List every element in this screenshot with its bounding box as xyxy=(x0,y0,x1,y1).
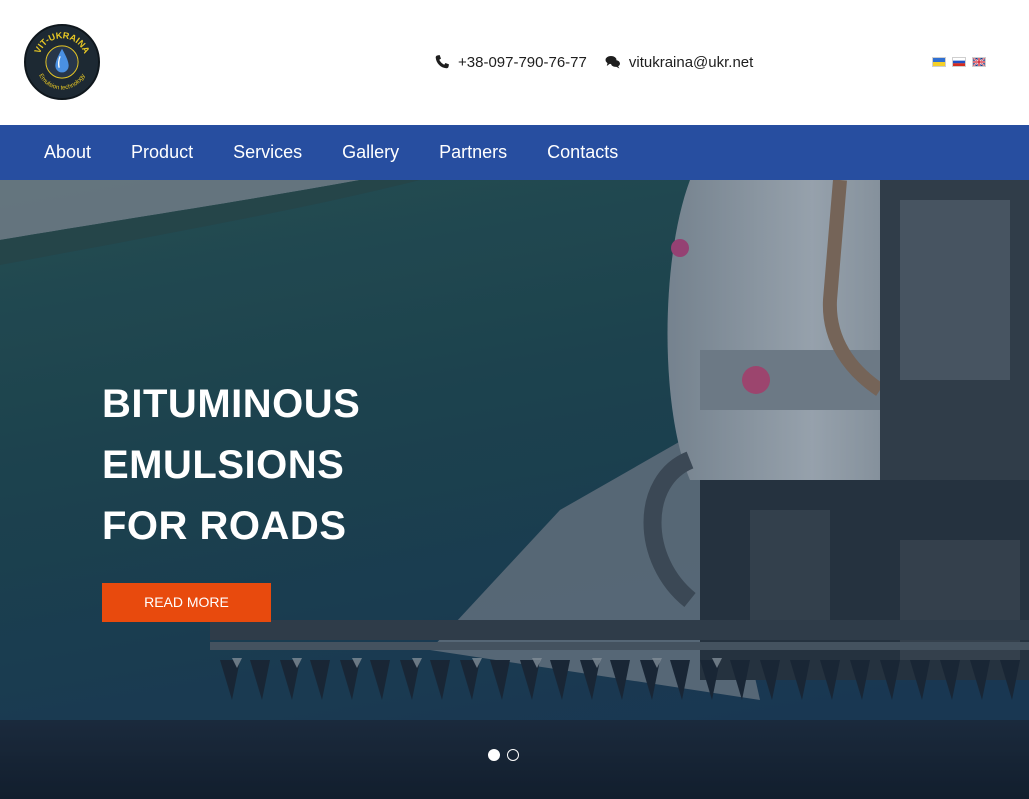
nav-item-services[interactable]: Services xyxy=(213,125,322,180)
company-logo[interactable]: VIT-UKRAINA Emulsion technology xyxy=(24,24,100,100)
chat-icon xyxy=(605,54,621,70)
email-contact[interactable]: vitukraina@ukr.net xyxy=(605,54,753,71)
slider-dot-1[interactable] xyxy=(488,749,500,761)
language-switcher xyxy=(932,57,992,67)
uk-flag-icon[interactable] xyxy=(972,57,986,67)
hero-title-line: EMULSIONS xyxy=(102,443,345,487)
nav-item-partners[interactable]: Partners xyxy=(419,125,527,180)
slider-pagination xyxy=(488,749,526,761)
email-address[interactable]: vitukraina@ukr.net xyxy=(629,54,753,71)
phone-icon xyxy=(434,54,450,70)
hero-title-line: FOR ROADS xyxy=(102,504,347,548)
nav-item-gallery[interactable]: Gallery xyxy=(322,125,419,180)
slider-dot-2[interactable] xyxy=(507,749,519,761)
main-nav: About Product Services Gallery Partners … xyxy=(0,125,1029,180)
read-more-button[interactable]: READ MORE xyxy=(102,583,271,622)
nav-item-contacts[interactable]: Contacts xyxy=(527,125,638,180)
phone-contact[interactable]: +38-097-790-76-77 xyxy=(434,54,587,71)
phone-number[interactable]: +38-097-790-76-77 xyxy=(458,54,587,71)
contact-info: +38-097-790-76-77 vitukraina@ukr.net xyxy=(434,52,753,72)
site-header: VIT-UKRAINA Emulsion technology +38-097-… xyxy=(0,0,1029,125)
hero-title: BITUMINOUS EMULSIONS FOR ROADS xyxy=(102,374,360,557)
nav-item-about[interactable]: About xyxy=(0,125,111,180)
hero-slider: BITUMINOUS EMULSIONS FOR ROADS READ MORE xyxy=(0,180,1029,799)
hero-title-line: BITUMINOUS xyxy=(102,382,361,426)
russia-flag-icon[interactable] xyxy=(952,57,966,67)
logo-emblem: VIT-UKRAINA Emulsion technology xyxy=(27,27,97,97)
ukraine-flag-icon[interactable] xyxy=(932,57,946,67)
nav-item-product[interactable]: Product xyxy=(111,125,213,180)
